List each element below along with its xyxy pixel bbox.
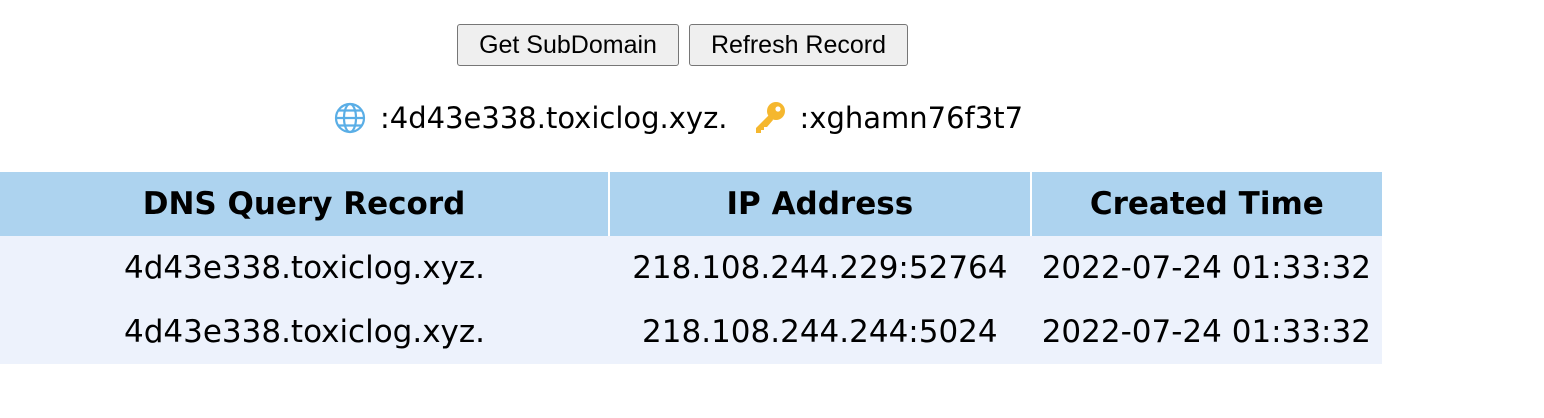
toolbar: Get SubDomain Refresh Record [457,24,908,66]
header-ip-address: IP Address [609,172,1032,236]
subdomain-value: :4d43e338.toxiclog.xyz. [380,101,728,135]
key-icon [752,100,788,136]
token-value: :xghamn76f3t7 [799,101,1024,135]
header-dns-query-record: DNS Query Record [0,172,611,236]
globe-icon [332,100,368,136]
cell-dns-query-record: 4d43e338.toxiclog.xyz. [0,300,610,364]
header-created-time: Created Time [1030,172,1382,236]
cell-created-time: 2022-07-24 01:33:32 [1030,300,1382,364]
table-row: 4d43e338.toxiclog.xyz. 218.108.244.229:5… [0,236,1382,300]
cell-created-time: 2022-07-24 01:33:32 [1030,236,1382,300]
cell-dns-query-record: 4d43e338.toxiclog.xyz. [0,236,610,300]
refresh-record-button[interactable]: Refresh Record [689,24,908,66]
subdomain-info: :4d43e338.toxiclog.xyz. :xghamn76f3t7 [332,100,1023,136]
cell-ip-address: 218.108.244.244:5024 [609,300,1031,364]
get-subdomain-button[interactable]: Get SubDomain [457,24,679,66]
cell-ip-address: 218.108.244.229:52764 [609,236,1031,300]
table-header-row: DNS Query Record IP Address Created Time [0,172,1382,236]
table-row: 4d43e338.toxiclog.xyz. 218.108.244.244:5… [0,300,1382,364]
dns-records-table: DNS Query Record IP Address Created Time… [0,172,1382,364]
